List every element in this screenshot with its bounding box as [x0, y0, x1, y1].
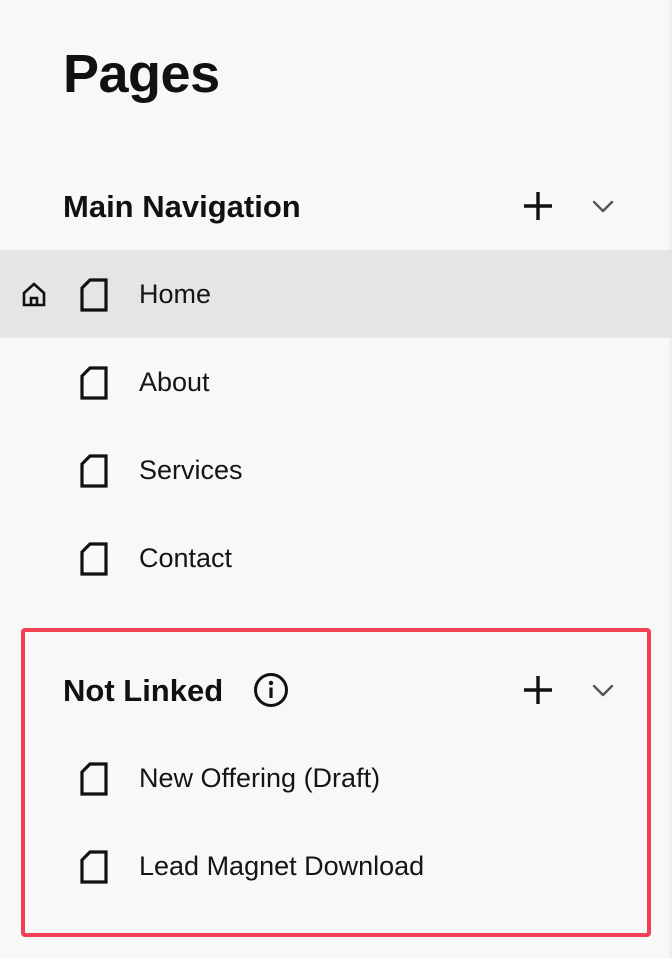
page-icon [78, 849, 110, 885]
page-item-new-offering[interactable]: New Offering (Draft) [0, 734, 672, 822]
main-navigation-title: Main Navigation [63, 189, 301, 224]
page-item-lead-magnet-download[interactable]: Lead Magnet Download [0, 822, 672, 910]
chevron-down-icon [592, 200, 614, 213]
plus-icon [524, 676, 552, 704]
not-linked-collapse-button[interactable] [586, 673, 620, 707]
home-icon [20, 280, 48, 308]
main-navigation-header: Main Navigation [0, 177, 672, 237]
page-item-home[interactable]: Home [0, 250, 672, 338]
pages-panel: Pages Main Navigation Home About Service… [0, 0, 672, 958]
not-linked-title: Not Linked [63, 673, 224, 708]
page-icon [78, 365, 110, 401]
page-item-label: About [139, 367, 210, 397]
info-icon[interactable] [253, 672, 289, 708]
not-linked-header: Not Linked [0, 661, 672, 721]
page-icon [78, 453, 110, 489]
page-item-label: New Offering (Draft) [139, 763, 381, 793]
page-item-label: Contact [139, 543, 233, 573]
page-item-label: Lead Magnet Download [139, 851, 425, 881]
main-navigation-add-page-button[interactable] [518, 186, 558, 226]
page-title: Pages [63, 44, 220, 104]
chevron-down-icon [592, 684, 614, 697]
page-item-label: Services [139, 455, 243, 485]
page-icon [78, 761, 110, 797]
main-navigation-collapse-button[interactable] [586, 189, 620, 223]
not-linked-add-page-button[interactable] [518, 670, 558, 710]
page-item-services[interactable]: Services [0, 426, 672, 514]
page-item-contact[interactable]: Contact [0, 514, 672, 602]
plus-icon [524, 192, 552, 220]
page-item-about[interactable]: About [0, 338, 672, 426]
page-icon [78, 277, 110, 313]
page-item-label: Home [139, 279, 212, 309]
page-icon [78, 541, 110, 577]
